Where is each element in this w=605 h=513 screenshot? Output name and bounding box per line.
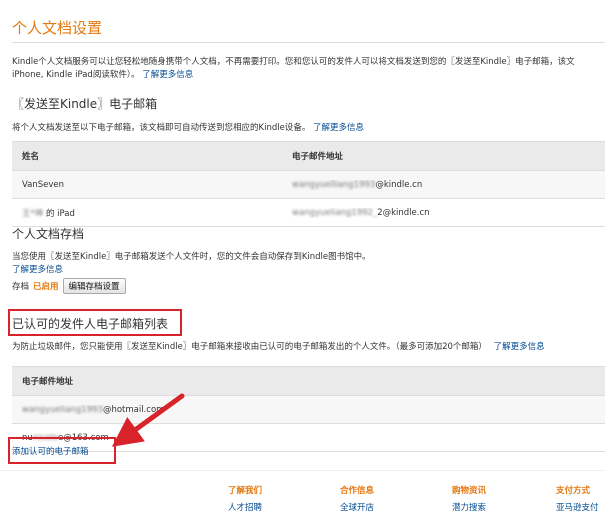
archive-title: 个人文档存档 bbox=[12, 227, 85, 241]
device-name-visible: 的 iPad bbox=[45, 208, 75, 219]
device-name: 王*坤 的 iPad bbox=[12, 207, 277, 219]
footer-heading: 购物资讯 bbox=[452, 486, 487, 496]
email-domain: @kindle.cn bbox=[375, 179, 423, 190]
blurred-email-part: wangyueliang1993 bbox=[22, 404, 103, 415]
send-to-kindle-learn-more-link[interactable]: 了解更多信息 bbox=[313, 123, 364, 133]
footer-divider bbox=[0, 470, 605, 471]
footer-heading: 合作信息 bbox=[340, 486, 375, 496]
add-approved-email-link[interactable]: 添加认可的电子邮箱 bbox=[12, 445, 89, 457]
personal-document-settings-page: 个人文档设置 Kindle个人文档服务可以让您轻松地随身携带个人文档，不再需要打… bbox=[0, 0, 605, 513]
page-title: 个人文档设置 bbox=[12, 19, 103, 37]
archive-learn-more-link[interactable]: 了解更多信息 bbox=[12, 265, 63, 275]
archive-status-label: 存档 bbox=[12, 282, 30, 292]
column-email: 电子邮件地址 bbox=[292, 152, 344, 162]
send-to-kindle-title: 〖发送至Kindle〗电子邮箱 bbox=[12, 97, 158, 111]
footer-link[interactable]: 亚马逊支付 bbox=[556, 501, 605, 513]
footer-column: 了解我们 人才招聘 bbox=[228, 484, 318, 513]
footer-column: 合作信息 全球开店 bbox=[340, 484, 430, 513]
blurred-email-part: wangyueliang1992_ bbox=[292, 207, 378, 218]
intro-text-line1: Kindle个人文档服务可以让您轻松地随身携带个人文档，不再需要打印。您和您认可… bbox=[12, 57, 575, 67]
footer-link[interactable]: 全球开店 bbox=[340, 501, 430, 513]
column-email: 电子邮件地址 bbox=[22, 377, 74, 387]
footer-column: 支付方式 亚马逊支付 bbox=[556, 484, 605, 513]
table-row: VanSeven wangyuelliang1993@kindle.cn bbox=[12, 171, 605, 199]
approved-list-description-text: 为防止垃圾邮件，您只能使用〖发送至Kindle〗电子邮箱来接收由已认可的电子邮箱… bbox=[12, 342, 487, 352]
footer-link[interactable]: 潜力搜索 bbox=[452, 501, 542, 513]
archive-status: 存档 已启用 编辑存档设置 bbox=[12, 278, 126, 294]
intro-learn-more-link[interactable]: 了解更多信息 bbox=[142, 70, 193, 80]
device-name: VanSeven bbox=[22, 179, 65, 190]
column-name: 姓名 bbox=[22, 152, 40, 162]
send-to-kindle-description: 将个人文档发送至以下电子邮箱，该文档即可自动传送到您相应的Kindle设备。 了… bbox=[12, 121, 605, 136]
blurred-email-part: wangyuelliang1993 bbox=[292, 179, 376, 190]
device-email: wangyuelliang1993@kindle.cn bbox=[277, 180, 605, 190]
footer: 了解我们 人才招聘 合作信息 全球开店 购物资讯 潜力搜索 支付方式 亚马逊支付 bbox=[0, 484, 605, 513]
footer-heading: 了解我们 bbox=[228, 486, 263, 496]
approved-learn-more-link[interactable]: 了解更多信息 bbox=[494, 342, 545, 352]
send-to-kindle-description-text: 将个人文档发送至以下电子邮箱，该文档即可自动传送到您相应的Kindle设备。 bbox=[12, 123, 311, 133]
intro-text-2: iPhone, Kindle iPad阅读软件）。 了解更多信息 bbox=[12, 68, 605, 83]
edit-archive-settings-button[interactable]: 编辑存档设置 bbox=[62, 278, 126, 294]
email-domain: 2@kindle.cn bbox=[377, 207, 430, 218]
intro-text-line2: iPhone, Kindle iPad阅读软件）。 bbox=[12, 70, 140, 80]
title-divider bbox=[12, 42, 605, 43]
blurred-name-part: 王*坤 bbox=[22, 208, 44, 219]
footer-link[interactable]: 人才招聘 bbox=[228, 501, 318, 513]
approved-email-table-header: 电子邮件地址 bbox=[12, 367, 605, 396]
device-email: wangyueliang1992_2@kindle.cn bbox=[277, 208, 605, 218]
kindle-email-table-header: 姓名 电子邮件地址 bbox=[12, 142, 605, 171]
archive-status-value: 已启用 bbox=[33, 282, 59, 292]
approved-list-title: 已认可的发件人电子邮箱列表 bbox=[12, 317, 169, 331]
annotation-arrow-icon bbox=[111, 393, 185, 447]
table-row: 王*坤 的 iPad wangyueliang1992_2@kindle.cn bbox=[12, 199, 605, 227]
approved-list-description: 为防止垃圾邮件，您只能使用〖发送至Kindle〗电子邮箱来接收由已认可的电子邮箱… bbox=[12, 340, 605, 355]
footer-column: 购物资讯 潜力搜索 bbox=[452, 484, 542, 513]
kindle-email-table: 姓名 电子邮件地址 VanSeven wangyuelliang1993@kin… bbox=[12, 141, 605, 227]
footer-heading: 支付方式 bbox=[556, 486, 591, 496]
table-row: wangyueliang1993@hotmail.com bbox=[12, 396, 605, 424]
archive-link-line: 了解更多信息 bbox=[12, 263, 605, 278]
